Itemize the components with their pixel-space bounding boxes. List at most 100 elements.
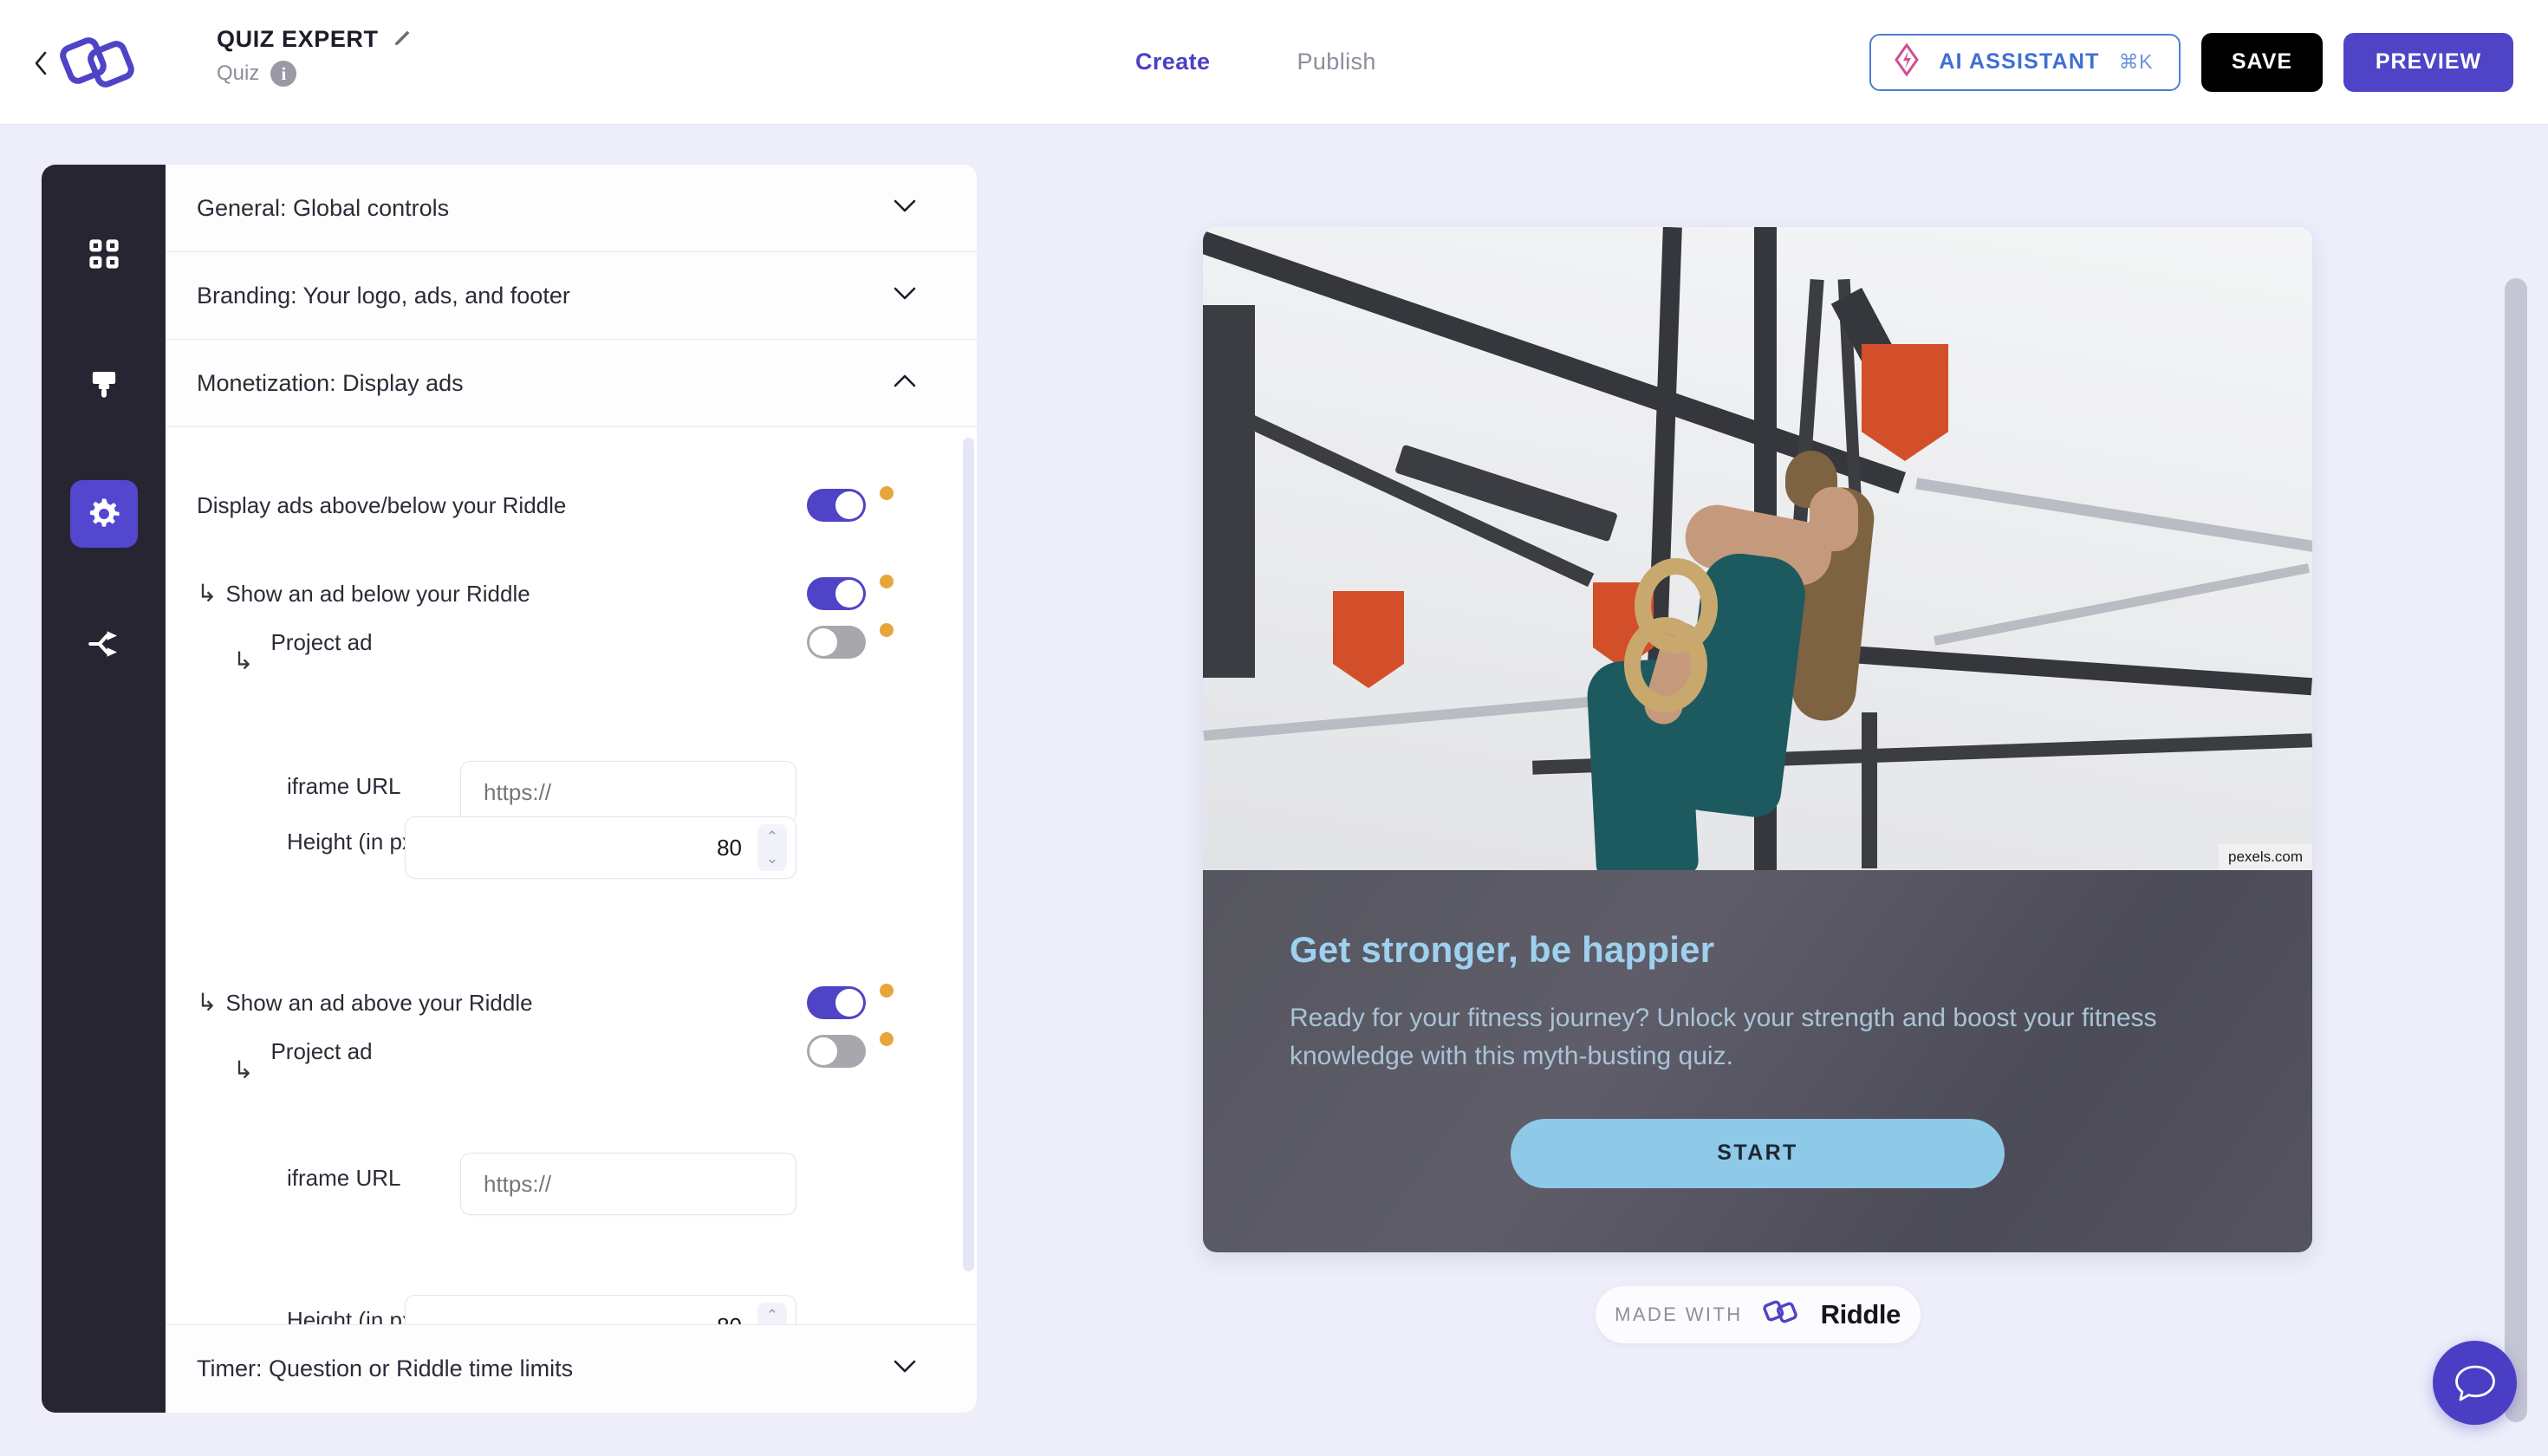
riddle-title: Get stronger, be happier bbox=[1290, 929, 1715, 970]
accordion-monetization[interactable]: Monetization: Display ads bbox=[166, 340, 977, 427]
preview-button[interactable]: PREVIEW bbox=[2343, 32, 2513, 92]
toggle-project-ad-below[interactable] bbox=[807, 626, 866, 659]
toggle-knob bbox=[835, 989, 863, 1017]
riddle-logo-icon[interactable] bbox=[59, 28, 135, 97]
height-input-above[interactable]: 80 ⌃ ⌄ bbox=[405, 1295, 796, 1325]
field-label: iframe URL bbox=[287, 773, 401, 799]
accordion-timer[interactable]: Timer: Question or Riddle time limits bbox=[166, 1325, 977, 1413]
tab-create[interactable]: Create bbox=[1135, 49, 1210, 75]
field-label: Height (in px) bbox=[287, 829, 421, 855]
chevron-up-icon bbox=[894, 374, 916, 393]
gear-icon bbox=[89, 498, 119, 527]
grid-icon bbox=[88, 239, 119, 269]
setting-label: Show an ad above your Riddle bbox=[225, 989, 533, 1016]
toggle-project-ad-above[interactable] bbox=[807, 1035, 866, 1068]
save-button[interactable]: SAVE bbox=[2201, 32, 2323, 92]
ai-assistant-button[interactable]: AI ASSISTANT ⌘K bbox=[1869, 33, 2181, 91]
unsaved-dot bbox=[880, 1032, 894, 1046]
height-value: 80 bbox=[717, 834, 742, 861]
toggle-display-ads[interactable] bbox=[807, 489, 866, 522]
setting-row-ad-below: ↳ Show an ad below your Riddle bbox=[166, 568, 925, 620]
paintbrush-icon bbox=[92, 372, 115, 398]
page-title: QUIZ EXPERT bbox=[217, 26, 379, 52]
height-stepper-below[interactable]: ⌃ ⌄ bbox=[757, 824, 787, 871]
accordion-general[interactable]: General: Global controls bbox=[166, 165, 977, 252]
sidebar-item-share[interactable] bbox=[70, 610, 138, 678]
height-stepper-above[interactable]: ⌃ ⌄ bbox=[757, 1303, 787, 1324]
chevron-left-icon bbox=[35, 51, 47, 75]
setting-label: Project ad bbox=[270, 628, 373, 655]
accordion-timer-label: Timer: Question or Riddle time limits bbox=[197, 1355, 574, 1381]
stepper-down-icon[interactable]: ⌄ bbox=[766, 851, 778, 866]
settings-panel: General: Global controls Branding: Your … bbox=[166, 165, 977, 1413]
ai-sparkle-icon bbox=[1894, 42, 1920, 81]
setting-row-display-ads: Display ads above/below your Riddle bbox=[166, 479, 925, 531]
accordion-branding[interactable]: Branding: Your logo, ads, and footer bbox=[166, 252, 977, 340]
cover-text-block: Get stronger, be happier Ready for your … bbox=[1203, 870, 2312, 1252]
riddle-preview: pexels.com Get stronger, be happier Read… bbox=[1203, 227, 2312, 1343]
height-value: 80 bbox=[717, 1313, 757, 1325]
sidebar-item-settings[interactable] bbox=[69, 480, 138, 548]
title-block: QUIZ EXPERT Quiz i bbox=[217, 26, 413, 87]
pencil-icon[interactable] bbox=[393, 27, 413, 52]
header-actions: AI ASSISTANT ⌘K SAVE PREVIEW bbox=[1869, 0, 2513, 124]
cover-image: pexels.com bbox=[1203, 227, 2312, 870]
page-scrollbar[interactable] bbox=[2505, 278, 2527, 1422]
accordion-general-label: General: Global controls bbox=[197, 194, 450, 221]
nesting-arrow-icon: ↳ bbox=[233, 1056, 254, 1083]
stepper-up-icon[interactable]: ⌃ bbox=[766, 1308, 778, 1323]
chevron-down-icon bbox=[894, 199, 916, 218]
made-with-brand: Riddle bbox=[1820, 1298, 1901, 1329]
toggle-knob bbox=[809, 1037, 837, 1065]
left-rail bbox=[42, 165, 166, 1413]
toggle-knob bbox=[809, 628, 837, 656]
field-row-iframe-url-above: iframe URL bbox=[166, 1153, 925, 1215]
tab-publish[interactable]: Publish bbox=[1297, 49, 1375, 75]
ai-assistant-label: AI ASSISTANT bbox=[1939, 49, 2100, 74]
panel-scrollbar[interactable] bbox=[963, 438, 974, 1271]
image-credit: pexels.com bbox=[2219, 844, 2312, 870]
iframe-url-input-above[interactable] bbox=[460, 1153, 796, 1215]
app-header: QUIZ EXPERT Quiz i Create Publish AI ASS… bbox=[0, 0, 2548, 124]
stepper-up-icon[interactable]: ⌃ bbox=[766, 829, 778, 844]
toggle-ad-below[interactable] bbox=[807, 577, 866, 610]
chat-button[interactable] bbox=[2433, 1341, 2517, 1425]
riddle-description: Ready for your fitness journey? Unlock y… bbox=[1290, 1004, 2157, 1071]
content-type-label: Quiz bbox=[217, 62, 260, 85]
start-button[interactable]: START bbox=[1511, 1118, 2005, 1188]
setting-row-project-ad-below: ↳ Project ad bbox=[166, 616, 925, 673]
riddle-logo-icon bbox=[1762, 1297, 1802, 1331]
accordion-monetization-label: Monetization: Display ads bbox=[197, 369, 464, 396]
unsaved-dot bbox=[880, 575, 894, 588]
info-icon[interactable]: i bbox=[270, 61, 297, 87]
chat-bubble-icon bbox=[2454, 1365, 2495, 1401]
share-icon bbox=[88, 631, 117, 657]
setting-row-ad-above: ↳ Show an ad above your Riddle bbox=[166, 977, 925, 1029]
toggle-knob bbox=[835, 491, 863, 519]
unsaved-dot bbox=[880, 984, 894, 998]
unsaved-dot bbox=[880, 486, 894, 500]
chevron-down-icon bbox=[894, 1360, 916, 1378]
field-row-iframe-url-below: iframe URL bbox=[166, 761, 925, 823]
made-with-riddle-badge[interactable]: MADE WITH Riddle bbox=[1595, 1285, 1921, 1343]
back-button[interactable] bbox=[29, 50, 52, 76]
accordion-branding-label: Branding: Your logo, ads, and footer bbox=[197, 282, 570, 309]
ai-assistant-shortcut: ⌘K bbox=[2118, 50, 2153, 73]
iframe-url-input-below[interactable] bbox=[460, 761, 796, 823]
setting-row-project-ad-above: ↳ Project ad bbox=[166, 1025, 925, 1082]
monetization-body: Display ads above/below your Riddle ↳ Sh… bbox=[166, 427, 977, 1325]
nesting-arrow-icon: ↳ bbox=[197, 989, 218, 1016]
chevron-down-icon bbox=[894, 287, 916, 305]
toggle-ad-above[interactable] bbox=[807, 986, 866, 1019]
nesting-arrow-icon: ↳ bbox=[197, 580, 218, 607]
setting-label: Project ad bbox=[270, 1037, 373, 1064]
sidebar-item-design[interactable] bbox=[70, 350, 138, 418]
height-input-below[interactable]: 80 ⌃ ⌄ bbox=[405, 816, 796, 879]
sidebar-item-content[interactable] bbox=[70, 220, 138, 288]
toggle-knob bbox=[835, 580, 863, 608]
field-label: Height (in px) bbox=[287, 1307, 421, 1325]
field-row-height-below: Height (in px) 80 ⌃ ⌄ bbox=[166, 816, 925, 879]
header-tabs: Create Publish bbox=[1135, 0, 1376, 124]
field-row-height-above: Height (in px) 80 ⌃ ⌄ bbox=[166, 1295, 925, 1325]
made-with-label: MADE WITH bbox=[1615, 1303, 1743, 1325]
